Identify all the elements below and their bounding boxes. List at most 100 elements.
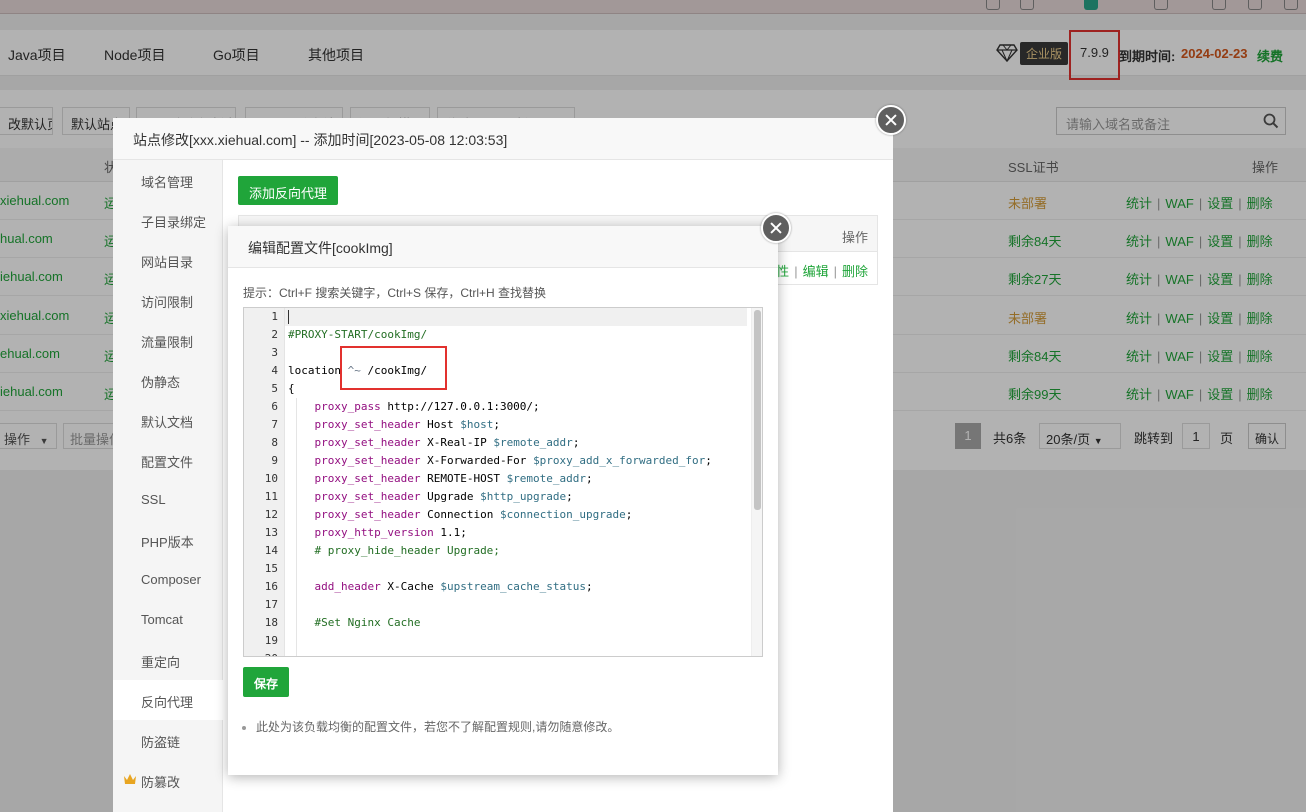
settings-menu-item[interactable]: 域名管理 — [113, 160, 223, 200]
code-line[interactable]: # proxy_hide_header Upgrade; — [288, 542, 500, 560]
line-number: 5 — [271, 382, 278, 395]
scrollbar-thumb[interactable] — [754, 310, 761, 510]
bullet-icon — [242, 725, 246, 730]
code-token: Upgrade — [420, 490, 481, 503]
code-highlight-box — [340, 346, 447, 390]
settings-menu-label: 反向代理 — [141, 695, 194, 710]
separator: | — [794, 264, 798, 279]
save-config-button[interactable]: 保存 — [243, 667, 290, 697]
settings-menu-item[interactable]: 伪静态 — [113, 360, 223, 400]
settings-menu-item[interactable]: 网站目录 — [113, 240, 223, 280]
code-line[interactable]: #PROXY-START/cookImg/ — [288, 326, 427, 344]
settings-menu-label: 配置文件 — [141, 455, 194, 470]
settings-menu-item[interactable]: 重定向 — [113, 640, 223, 680]
code-token: add_header — [314, 580, 381, 593]
code-token: ; — [586, 472, 593, 485]
settings-menu-item[interactable]: 访问限制 — [113, 280, 223, 320]
code-line[interactable]: proxy_pass http://127.0.0.1:3000/; — [288, 398, 540, 416]
code-token: Connection — [420, 508, 500, 521]
settings-menu-item[interactable]: 配置文件 — [113, 440, 223, 480]
code-line[interactable]: proxy_http_version 1.1; — [288, 524, 467, 542]
settings-menu-label: 域名管理 — [141, 175, 194, 190]
code-token: proxy_set_header — [314, 436, 421, 449]
code-token: Host — [420, 418, 461, 431]
code-token: ; — [586, 580, 593, 593]
settings-menu-item[interactable]: Tomcat — [113, 600, 223, 640]
code-line[interactable]: proxy_set_header Host $host; — [288, 416, 500, 434]
settings-menu-item[interactable]: 子目录绑定 — [113, 200, 223, 240]
code-token: # proxy_hide_header Upgrade; — [314, 544, 500, 557]
add-reverse-proxy-button[interactable]: 添加反向代理 — [238, 176, 339, 205]
code-token: proxy_set_header — [314, 472, 421, 485]
settings-menu-label: 网站目录 — [141, 255, 194, 270]
code-line[interactable]: #Set Nginx Cache — [288, 614, 421, 632]
code-token: X-Cache — [380, 580, 441, 593]
code-line[interactable]: add_header X-Cache $upstream_cache_statu… — [288, 578, 593, 596]
code-line[interactable]: { — [288, 380, 295, 398]
config-warning-note: 此处为该负载均衡的配置文件，若您不了解配置规则,请勿随意修改。 — [242, 718, 619, 735]
settings-menu-item[interactable]: 默认文档 — [113, 400, 223, 440]
shortcut-tip: 提示：Ctrl+F 搜索关键字，Ctrl+S 保存，Ctrl+H 查找替换 — [243, 286, 547, 300]
code-token: $http_upgrade — [480, 490, 567, 503]
separator: | — [833, 264, 837, 279]
settings-menu-label: 重定向 — [141, 655, 181, 670]
line-number: 10 — [264, 472, 278, 485]
settings-menu-label: 伪静态 — [141, 375, 181, 390]
line-number: 7 — [271, 418, 278, 431]
code-token: #PROXY-START/cookImg/ — [288, 328, 428, 341]
config-editor-dialog: 编辑配置文件[cookImg] 提示：Ctrl+F 搜索关键字，Ctrl+S 保… — [228, 226, 778, 775]
code-editor[interactable]: 1234567891011121314151617181920 #PROXY-S… — [243, 307, 763, 657]
settings-menu-item[interactable]: 反向代理 — [113, 680, 223, 720]
settings-menu-item[interactable]: PHP版本 — [113, 520, 223, 560]
code-line[interactable]: proxy_set_header Connection $connection_… — [288, 506, 633, 524]
code-token: REMOTE-HOST — [420, 472, 507, 485]
settings-menu-item[interactable]: 流量限制 — [113, 320, 223, 360]
site-settings-menu: 域名管理子目录绑定网站目录访问限制 流量限制伪静态默认文档配置文件 SSL PHP版本… — [113, 160, 223, 812]
line-number: 14 — [264, 544, 278, 557]
line-number-gutter: 1234567891011121314151617181920 — [244, 308, 285, 656]
code-line[interactable]: proxy_set_header Upgrade $http_upgrade; — [288, 488, 573, 506]
settings-menu-label: PHP版本 — [141, 535, 194, 550]
settings-menu-label: 防盗链 — [141, 735, 181, 750]
code-token: proxy_set_header — [314, 490, 421, 503]
code-token: ; — [705, 454, 712, 467]
line-number: 1 — [271, 310, 278, 323]
proxy-col-ops: 操作 — [841, 230, 868, 245]
code-token: ; — [493, 418, 500, 431]
settings-menu-item[interactable]: 防篡改 — [113, 760, 223, 800]
settings-menu-label: SSL — [141, 492, 166, 507]
editor-vertical-scrollbar[interactable] — [751, 308, 762, 656]
code-token: 1.1; — [433, 526, 467, 539]
proxy-edit-link[interactable]: 编辑 — [803, 264, 829, 279]
line-number: 6 — [271, 400, 278, 413]
code-token: $connection_upgrade — [499, 508, 626, 521]
config-warning-text: 此处为该负载均衡的配置文件，若您不了解配置规则,请勿随意修改。 — [256, 720, 620, 734]
code-line[interactable]: proxy_set_header X-Forwarded-For $proxy_… — [288, 452, 712, 470]
line-number: 2 — [271, 328, 278, 341]
line-number: 12 — [264, 508, 278, 521]
settings-menu-item[interactable]: 防盗链 — [113, 720, 223, 760]
line-number: 18 — [264, 616, 278, 629]
site-dialog-close-icon[interactable] — [876, 105, 906, 135]
current-line-highlight — [285, 308, 747, 326]
line-number: 3 — [271, 346, 278, 359]
config-dialog-close-icon[interactable] — [761, 213, 791, 243]
settings-menu-item[interactable]: SSL — [113, 480, 223, 520]
settings-menu-item[interactable]: Composer — [113, 560, 223, 600]
code-line[interactable]: proxy_set_header REMOTE-HOST $remote_add… — [288, 470, 593, 488]
proxy-row-config-link[interactable]: 性 — [776, 264, 789, 279]
code-token: X-Real-IP — [420, 436, 494, 449]
code-token: $proxy_add_x_forwarded_for — [533, 454, 706, 467]
code-line[interactable]: proxy_set_header X-Real-IP $remote_addr; — [288, 434, 580, 452]
code-token: $upstream_cache_status — [440, 580, 587, 593]
settings-menu-label: Tomcat — [141, 612, 183, 627]
proxy-delete-link[interactable]: 删除 — [842, 264, 868, 279]
